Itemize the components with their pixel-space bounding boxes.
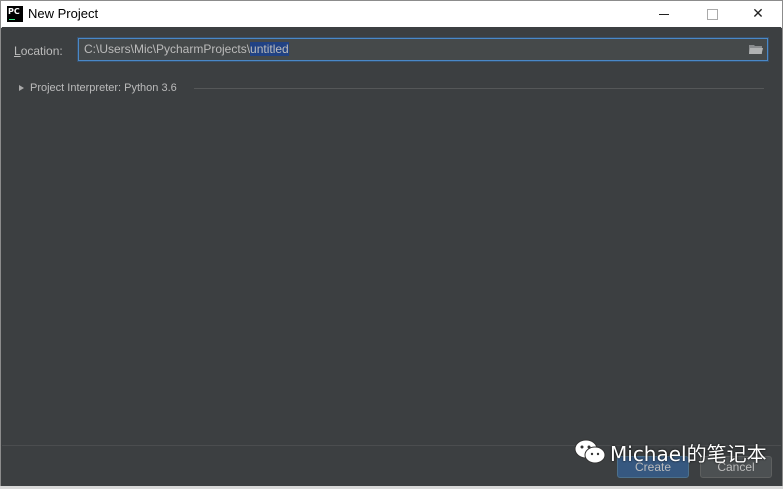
close-button[interactable]: ✕ bbox=[735, 1, 781, 27]
location-input[interactable]: C:\Users\Mic\PycharmProjects\untitled bbox=[78, 38, 768, 61]
window-title: New Project bbox=[28, 6, 99, 21]
expand-arrow-icon bbox=[19, 85, 24, 91]
maximize-button[interactable] bbox=[689, 1, 735, 27]
wechat-logo-icon bbox=[574, 439, 606, 464]
app-icon-text: PC bbox=[8, 7, 20, 16]
location-label: Location: bbox=[14, 44, 63, 58]
wechat-watermark: Michael的笔记本 bbox=[574, 438, 767, 468]
new-project-dialog: PC New Project ✕ Location: C:\Users\Mic\… bbox=[0, 0, 783, 489]
project-interpreter-toggle[interactable]: Project Interpreter: Python 3.6 bbox=[19, 82, 177, 94]
location-path-selected: untitled bbox=[250, 42, 289, 56]
watermark-text: Michael的笔记本 bbox=[610, 442, 767, 466]
dialog-content: Location: C:\Users\Mic\PycharmProjects\u… bbox=[2, 27, 781, 445]
maximize-icon bbox=[706, 8, 718, 20]
location-label-rest: ocation: bbox=[20, 44, 63, 58]
location-path-prefix: C:\Users\Mic\PycharmProjects\ bbox=[84, 42, 251, 56]
minimize-button[interactable] bbox=[641, 1, 687, 27]
project-interpreter-label: Project Interpreter: Python 3.6 bbox=[30, 82, 177, 94]
location-label-mnemonic: L bbox=[14, 44, 21, 58]
pycharm-logo-icon: PC bbox=[7, 6, 23, 22]
minimize-icon bbox=[659, 13, 669, 15]
close-icon: ✕ bbox=[752, 6, 764, 22]
title-bar[interactable]: PC New Project ✕ bbox=[1, 1, 782, 28]
folder-browse-icon[interactable] bbox=[749, 44, 763, 55]
section-divider bbox=[194, 88, 764, 89]
